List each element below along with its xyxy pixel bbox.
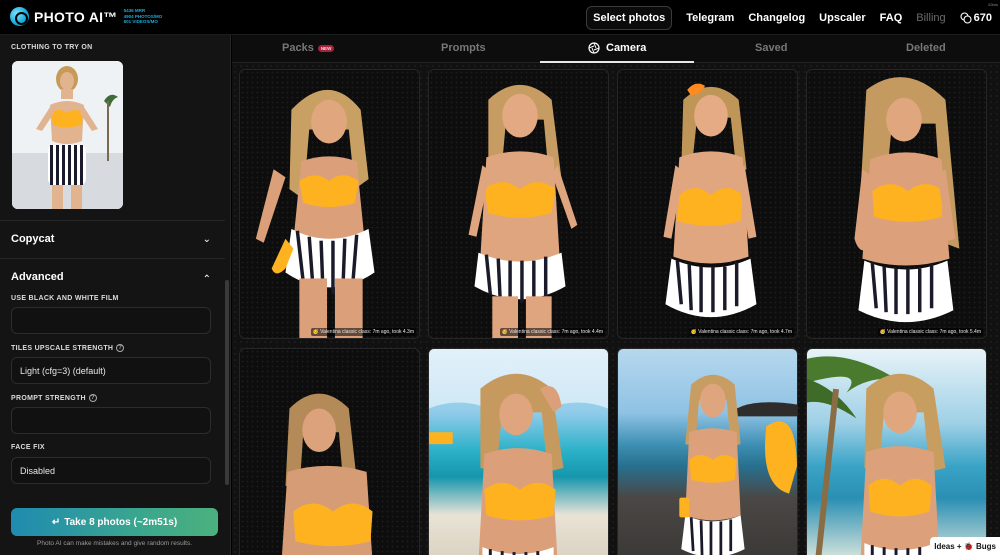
prompt-strength-label: PROMPT STRENGTH ? [11,394,97,402]
new-badge: NEW [317,44,335,52]
photo-image [429,349,608,555]
nav-faq[interactable]: FAQ [880,12,903,24]
gallery-tabs: Packs NEW Prompts Camera Saved Deleted [232,35,1000,63]
chevron-up-icon: ⌃ [202,274,211,285]
coins-icon [960,11,972,24]
photo-card[interactable]: 🥳 Valentina classic class: 7m ago, took … [806,69,987,339]
info-icon[interactable]: ? [116,344,125,352]
info-icon[interactable]: ? [88,394,97,402]
tab-prompts[interactable]: Prompts [441,42,486,54]
photo-card[interactable]: 🥳 Valentina classic class: 7m ago, took … [428,69,609,339]
photo-card[interactable] [617,348,798,555]
copycat-title: Copycat [11,233,55,245]
photo-image [663,83,757,318]
logo-stats: 5436 MRR 4904 PHOTOS/MO 601 VIDEOS/MO [124,8,163,25]
photo-image [854,77,960,323]
tab-deleted-label: Deleted [906,42,946,54]
nav-telegram[interactable]: Telegram [686,12,734,24]
photo-image [679,374,797,555]
ideas-bugs-widget[interactable]: Ideas + 🐞 Bugs [930,537,1000,555]
face-fix-label: FACE FIX [11,444,45,451]
prompt-strength-input[interactable] [11,407,211,434]
advanced-title: Advanced [11,271,64,283]
nav-billing[interactable]: Billing [916,12,945,24]
photo-image [807,356,946,555]
stat-videos: 601 VIDEOS/MO [123,19,158,25]
take-photos-button[interactable]: ↵ Take 8 photos (~2m51s) [11,508,218,536]
photo-caption: 🥳 Valentina classic class: 7m ago, took … [499,328,605,336]
nav-upscaler[interactable]: Upscaler [819,12,865,24]
photo-gallery: 🥳 Valentina classic class: 7m ago, took … [232,63,1000,555]
photo-card[interactable]: 🥳 Valentina classic class: 7m ago, took … [239,69,420,339]
latency-badge: 63ms [988,2,998,7]
face-fix-select[interactable]: Disabled [11,457,211,484]
camera-lens-icon [10,7,29,26]
credits-value: 670 [973,11,992,24]
take-photos-label: Take 8 photos (~2m51s) [64,516,178,528]
clothing-thumbnail[interactable] [12,61,123,209]
tab-packs[interactable]: Packs NEW [282,42,335,54]
disclaimer-text: Photo AI can make mistakes and give rand… [37,540,192,547]
upscale-strength-label-text: TILES UPSCALE STRENGTH [11,344,114,352]
advanced-section[interactable]: Advanced ⌃ [0,258,225,296]
enter-icon: ↵ [51,516,61,528]
photo-card[interactable] [428,348,609,555]
tab-camera[interactable]: Camera [588,42,646,54]
photo-card[interactable]: 🥳 Valentina classic class: 7m ago, took … [617,69,798,339]
app-logo[interactable]: PHOTO AI™ 5436 MRR 4904 PHOTOS/MO 601 VI… [10,7,162,26]
app-name: PHOTO AI™ [34,8,118,25]
chevron-down-icon: ⌄ [202,234,211,245]
tab-packs-label: Packs [282,42,314,54]
clothing-model-image [12,61,123,209]
copycat-section[interactable]: Copycat ⌄ [0,220,225,258]
photo-caption: 🥳 Valentina classic class: 7m ago, took … [688,328,794,336]
tab-saved-label: Saved [755,42,788,54]
photo-card[interactable] [239,348,420,555]
bw-film-label: USE BLACK AND WHITE FILM [11,295,119,302]
top-navigation-bar: PHOTO AI™ 5436 MRR 4904 PHOTOS/MO 601 VI… [0,0,1000,35]
tab-camera-label: Camera [606,42,647,54]
nav-changelog[interactable]: Changelog [748,12,805,24]
upscale-strength-select[interactable]: Light (cfg=3) (default) [11,357,211,384]
bw-film-select[interactable] [11,307,211,334]
photo-image [468,84,578,338]
clothing-label: CLOTHING TO TRY ON [11,44,93,51]
photo-image [281,393,373,555]
tab-prompts-label: Prompts [441,42,486,54]
tab-deleted[interactable]: Deleted [906,42,946,54]
photo-image [255,89,375,338]
photo-caption: 🥳 Valentina classic class: 7m ago, took … [877,328,983,336]
photo-caption: 🥳 Valentina classic class: 7m ago, took … [310,328,416,336]
photo-card[interactable] [806,348,987,555]
face-fix-label-text: FACE FIX [11,444,45,451]
aperture-icon [588,42,600,54]
select-photos-button[interactable]: Select photos [586,5,673,30]
prompt-strength-label-text: PROMPT STRENGTH [11,394,86,402]
settings-sidebar: CLOTHING TO TRY ON Copycat ⌄ Advanced ⌃ … [0,35,231,555]
tab-saved[interactable]: Saved [755,42,787,54]
credits-counter[interactable]: 670 [960,12,992,24]
upscale-strength-label: TILES UPSCALE STRENGTH ? [11,344,125,352]
sidebar-scrollbar[interactable] [225,280,229,485]
bw-film-label-text: USE BLACK AND WHITE FILM [11,295,119,302]
